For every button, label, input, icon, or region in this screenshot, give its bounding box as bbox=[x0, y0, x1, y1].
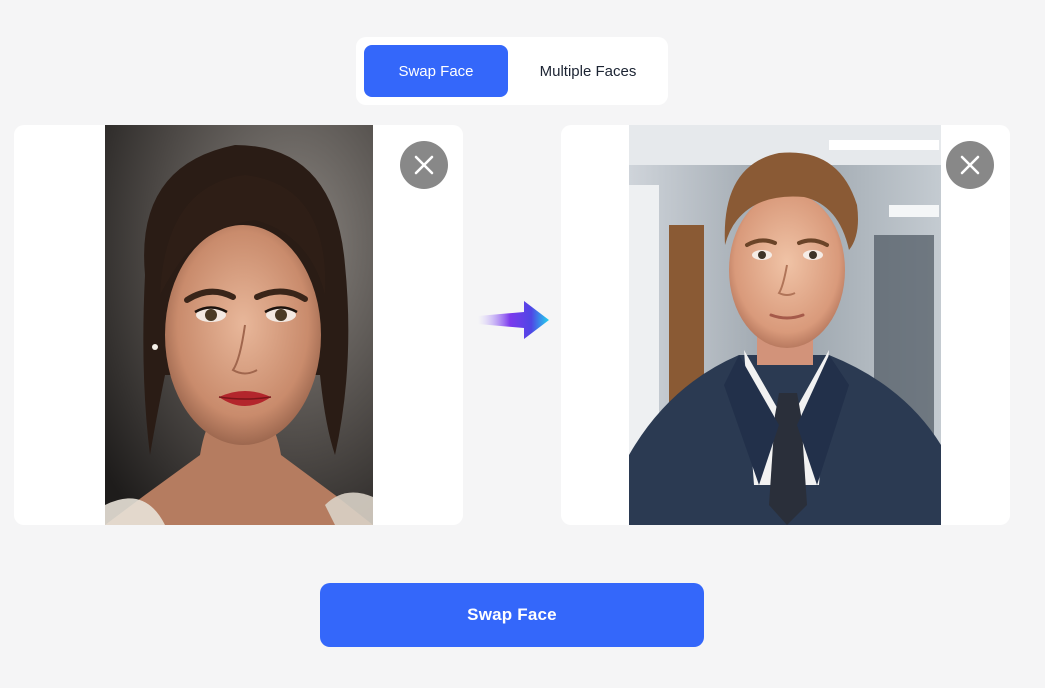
woman-portrait-photo bbox=[105, 125, 373, 525]
close-icon bbox=[414, 155, 434, 175]
source-face-image bbox=[105, 125, 373, 525]
tab-swap-face[interactable]: Swap Face bbox=[364, 45, 508, 97]
swap-face-button[interactable]: Swap Face bbox=[320, 583, 704, 647]
close-icon bbox=[960, 155, 980, 175]
tab-multiple-faces[interactable]: Multiple Faces bbox=[516, 45, 660, 97]
target-face-panel[interactable] bbox=[561, 125, 1010, 525]
remove-target-button[interactable] bbox=[946, 141, 994, 189]
source-face-panel[interactable] bbox=[14, 125, 463, 525]
arrow-right-gradient-icon bbox=[478, 301, 549, 339]
mode-tabs: Swap Face Multiple Faces bbox=[356, 37, 668, 105]
target-face-image bbox=[629, 125, 941, 525]
young-man-in-suit-photo bbox=[629, 125, 941, 525]
remove-source-button[interactable] bbox=[400, 141, 448, 189]
